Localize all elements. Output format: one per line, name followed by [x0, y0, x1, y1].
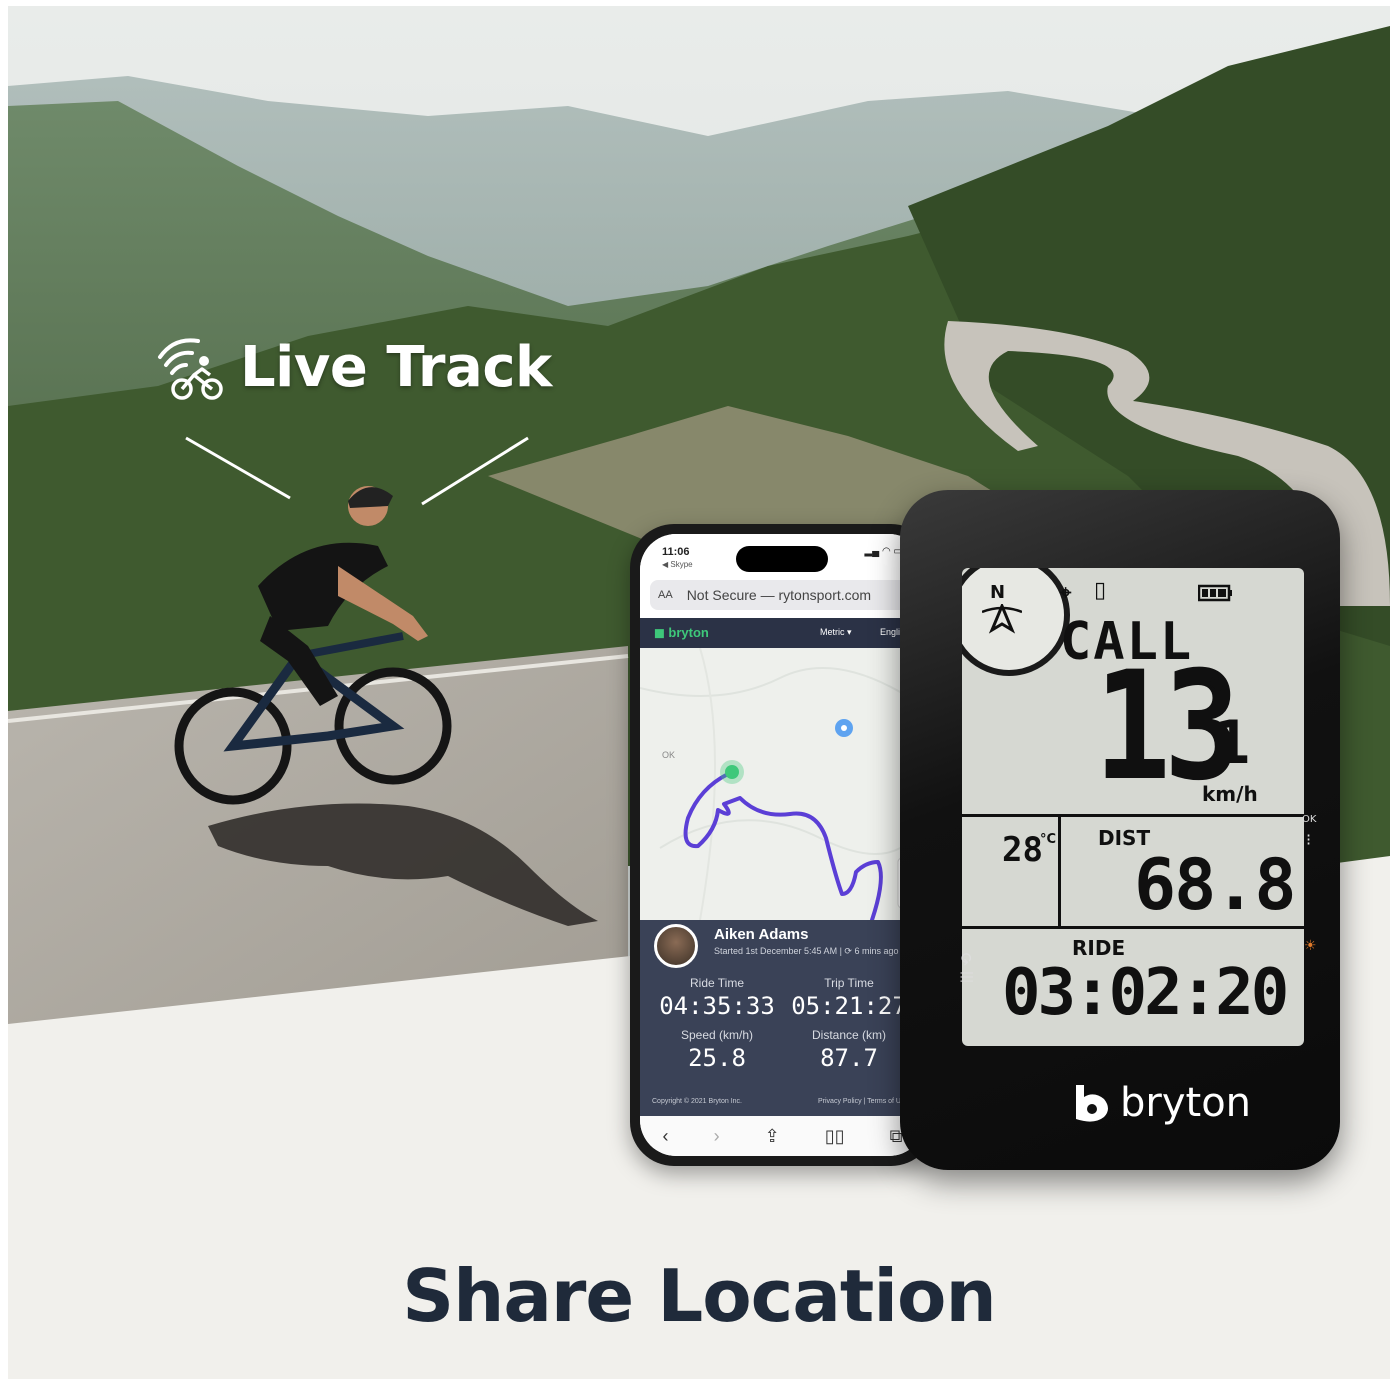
- speed-unit: km/h: [1202, 782, 1258, 806]
- copyright-text: Copyright © 2021 Bryton Inc.: [652, 1098, 742, 1105]
- satellite-icon: ⌖: [1060, 580, 1072, 604]
- stat-value: 04:35:33: [659, 992, 775, 1020]
- stat-value: 87.7: [820, 1044, 878, 1072]
- live-map[interactable]: OK + −: [640, 648, 925, 920]
- live-track-label: Live Track: [240, 334, 552, 400]
- phone-screen: 11:06 ◀ Skype ▂▄ ◠ ▭ AA Not Secure — ryt…: [640, 534, 925, 1156]
- stat-value: 05:21:27: [791, 992, 907, 1020]
- rider-info-panel: Aiken Adams Started 1st December 5:45 AM…: [640, 920, 925, 1116]
- url-bar[interactable]: AA Not Secure — rytonsport.com: [650, 580, 915, 610]
- chevron-down-icon: ▾: [847, 627, 852, 637]
- rider-name: Aiken Adams: [714, 926, 809, 943]
- temperature-value: 28: [1002, 830, 1043, 870]
- rider-updated-text: 6 mins ago: [854, 946, 899, 956]
- share-icon[interactable]: ⇪: [765, 1126, 780, 1147]
- record-icon: ◉: [1208, 670, 1226, 694]
- back-icon[interactable]: ‹: [663, 1126, 669, 1147]
- stat-label: Speed (km/h): [680, 1028, 754, 1042]
- compass-letter: N: [990, 582, 1006, 603]
- ok-key-label[interactable]: OK: [1302, 814, 1316, 825]
- device-screen: N ⌖ ▯ CALL 13 1 ◉ km/h 28 °C DIST 68.8 R…: [962, 568, 1304, 1046]
- stat-speed: Speed (km/h) 25.8: [652, 1028, 782, 1072]
- compass-arrow-icon: [982, 604, 1022, 634]
- refresh-icon: | ⟳: [839, 946, 855, 956]
- reader-aa-button[interactable]: AA: [658, 589, 673, 601]
- forward-icon[interactable]: ›: [714, 1126, 720, 1147]
- device-brand-label: bryton: [1120, 1080, 1252, 1126]
- bike-computer: N ⌖ ▯ CALL 13 1 ◉ km/h 28 °C DIST 68.8 R…: [900, 490, 1340, 1170]
- rider-started-text: Started 1st December 5:45 AM: [714, 946, 838, 956]
- temperature-unit: °C: [1040, 832, 1057, 847]
- ok-button-dots[interactable]: ⁝: [1306, 830, 1311, 849]
- stat-value: 25.8: [688, 1044, 746, 1072]
- browser-toolbar: ‹ › ⇪ ▯▯ ⧉: [640, 1116, 925, 1156]
- site-brand-label: bryton: [668, 625, 709, 640]
- stat-label: Trip Time: [824, 976, 874, 990]
- units-select[interactable]: Metric ▾: [820, 627, 852, 638]
- wifi-cyclist-icon: [158, 338, 223, 400]
- units-select-label: Metric: [820, 627, 845, 637]
- site-brand[interactable]: ◼ bryton: [654, 625, 709, 641]
- policy-links[interactable]: Privacy Policy | Terms of Use: [818, 1098, 908, 1105]
- status-back-link[interactable]: ◀ Skype: [662, 560, 693, 569]
- ride-value: 03:02:20: [1002, 956, 1289, 1030]
- smartphone: 11:06 ◀ Skype ▂▄ ◠ ▭ AA Not Secure — ryt…: [630, 524, 935, 1166]
- stat-distance: Distance (km) 87.7: [784, 1028, 914, 1072]
- avatar: [654, 924, 698, 968]
- menu-key-label[interactable]: |||: [959, 971, 973, 983]
- signal-wifi-icon: ▂▄ ◠ ▭: [864, 546, 903, 557]
- product-image: Live Track 11:06 ◀ Skype ▂▄ ◠ ▭ AA Not S…: [8, 6, 1390, 1379]
- stat-ride-time: Ride Time 04:35:33: [652, 976, 782, 1020]
- stat-label: Distance (km): [811, 1028, 886, 1042]
- stat-label: Ride Time: [689, 976, 745, 990]
- stat-trip-time: Trip Time 05:21:27: [784, 976, 914, 1020]
- bookmarks-icon[interactable]: ▯▯: [825, 1126, 845, 1147]
- status-time: 11:06: [662, 546, 690, 558]
- site-header: ◼ bryton Metric ▾ English: [640, 618, 925, 648]
- battery-icon: [1198, 584, 1232, 602]
- light-icon[interactable]: ☀: [1304, 938, 1317, 954]
- bryton-logo-icon: ◼: [654, 625, 665, 640]
- phone-vibrate-icon: ▯: [1094, 578, 1107, 603]
- compass: N: [962, 568, 1070, 676]
- dynamic-island: [736, 546, 828, 572]
- speed-decimal: 1: [1214, 708, 1251, 778]
- device-brand: bryton: [1072, 1080, 1251, 1126]
- dist-value: 68.8: [1134, 844, 1297, 926]
- rider-started: Started 1st December 5:45 AM | ⟳ 6 mins …: [714, 946, 899, 957]
- map-ok-label: OK: [662, 750, 675, 760]
- back-key-label[interactable]: ⟲: [957, 953, 976, 966]
- headline: Share Location: [402, 1254, 997, 1338]
- bryton-logo-icon: [1076, 1085, 1108, 1122]
- url-text: Not Secure — rytonsport.com: [686, 587, 872, 603]
- status-bar: 11:06 ◀ Skype ▂▄ ◠ ▭: [640, 534, 925, 580]
- live-track-callout: Live Track: [154, 331, 552, 403]
